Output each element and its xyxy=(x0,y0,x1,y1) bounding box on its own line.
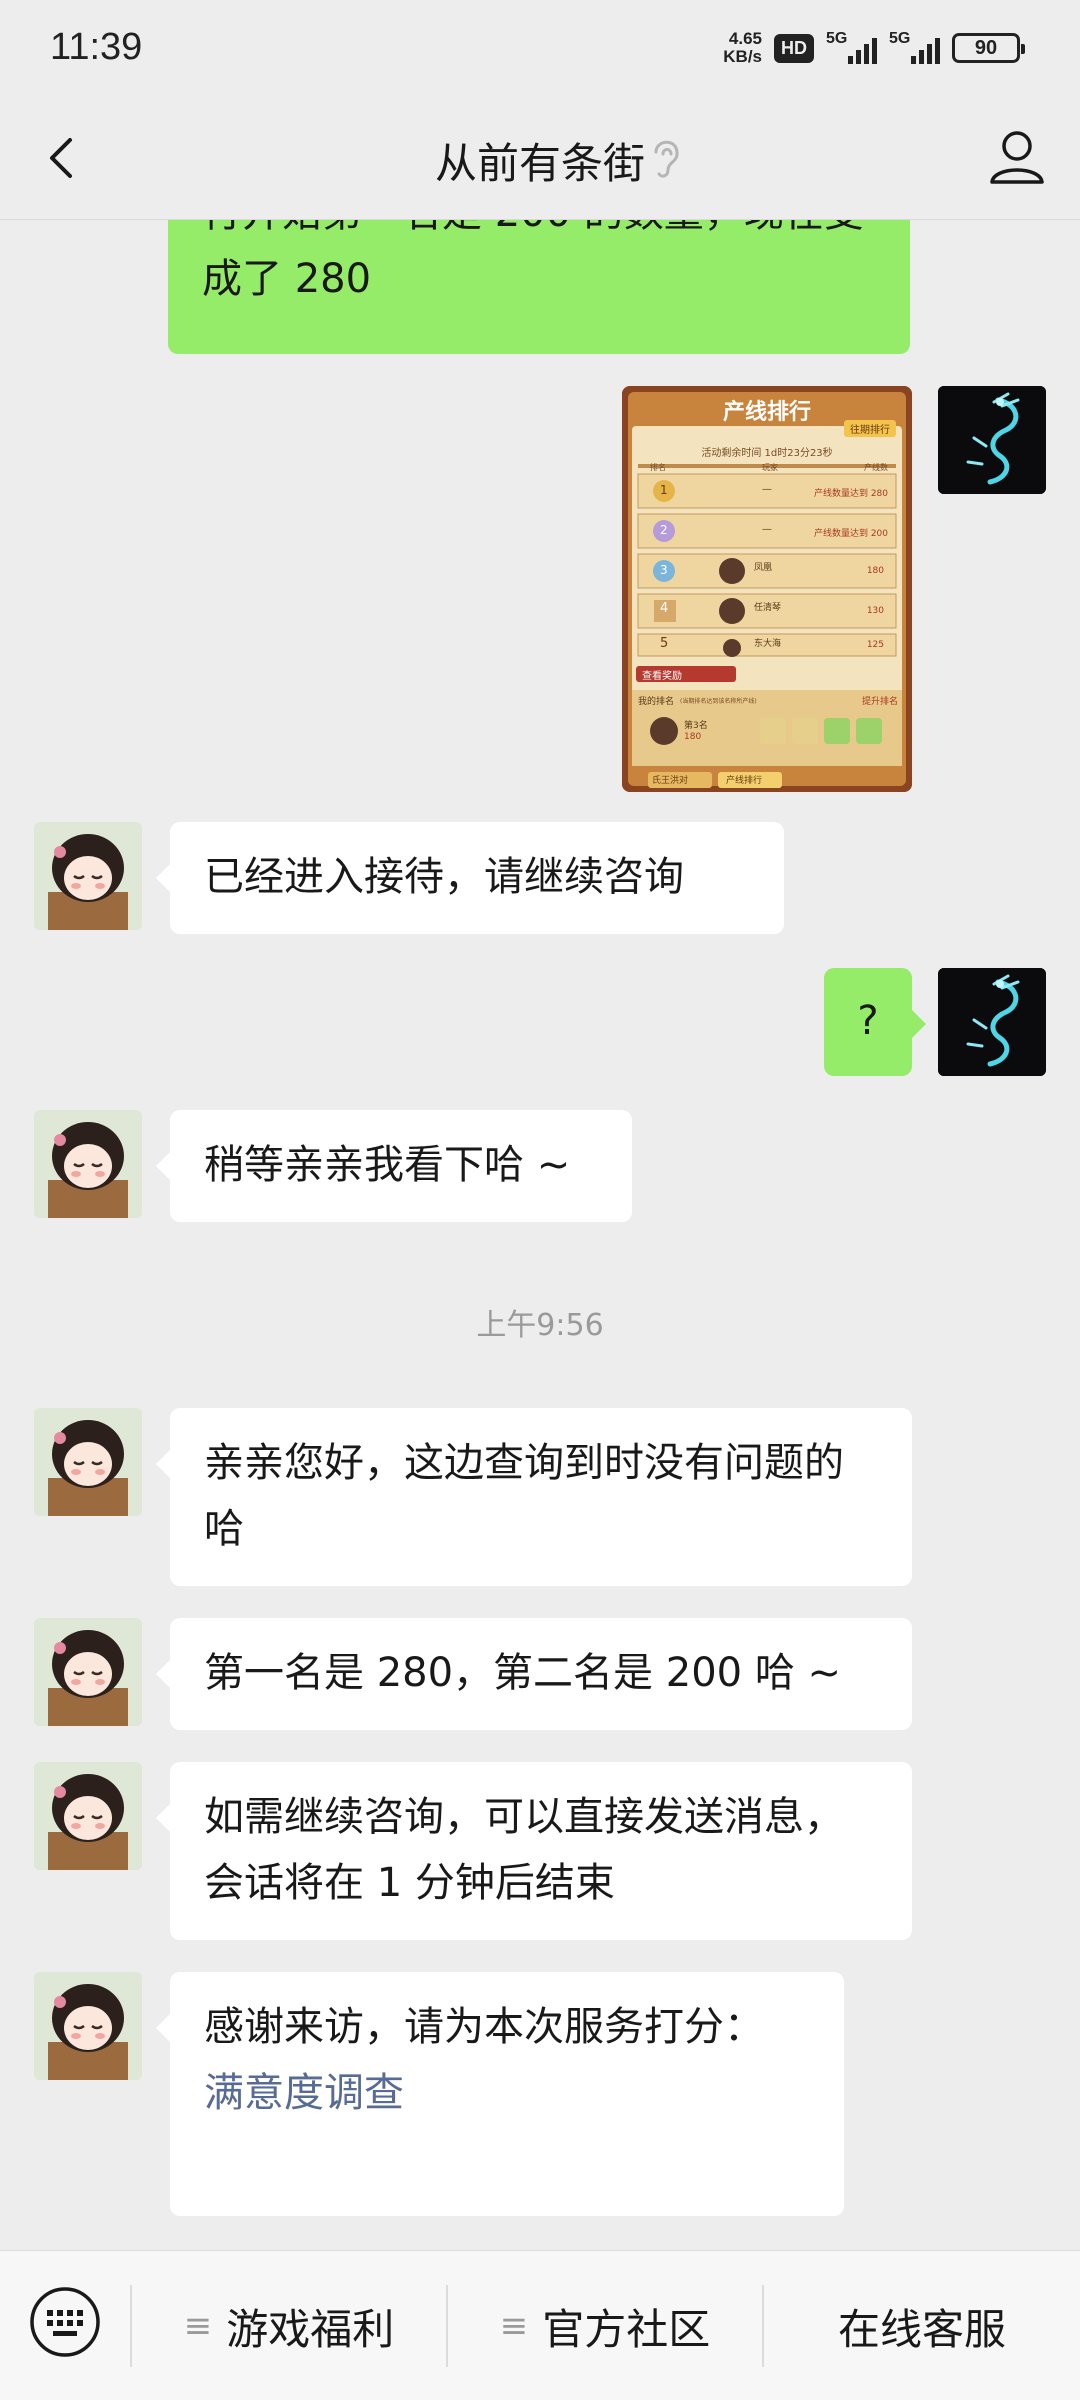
shot-row1-note: 产线数量达到 280 xyxy=(813,489,888,499)
shot-my-rank-hint: (当期排名达到该名称所产线) xyxy=(680,698,757,705)
menu-item-online-support[interactable]: 在线客服 xyxy=(764,2251,1080,2400)
battery-icon: 90 xyxy=(952,33,1025,63)
message-bubble-incoming[interactable]: 感谢来访，请为本次服务打分： 满意度调查 xyxy=(156,1972,844,2216)
message-timestamp: 上午9:56 xyxy=(476,1308,604,1343)
message-text: 已经进入接待，请继续咨询 xyxy=(204,854,684,900)
message-bubble-incoming[interactable]: 第一名是 280，第二名是 200 哈 ~ xyxy=(156,1618,912,1730)
message-bubble-incoming[interactable]: 稍等亲亲我看下哈 ~ xyxy=(156,1110,632,1222)
shot-row2-name: — xyxy=(762,524,772,535)
status-time: 11:39 xyxy=(50,26,143,68)
keyboard-icon[interactable] xyxy=(28,2285,102,2359)
survey-link[interactable]: 满意度调查 xyxy=(204,2060,810,2126)
menu-item-game-benefits[interactable]: ≡ 游戏福利 xyxy=(132,2251,446,2400)
user-avatar[interactable] xyxy=(938,968,1046,1076)
agent-avatar[interactable] xyxy=(34,822,142,930)
message-bubble-incoming[interactable]: 如需继续咨询，可以直接发送消息，会话将在 1 分钟后结束 xyxy=(156,1762,912,1940)
agent-avatar[interactable] xyxy=(34,1762,142,1870)
shot-row2-rank: 2 xyxy=(660,523,668,537)
shot-row1-rank: 1 xyxy=(660,483,668,497)
agent-avatar[interactable] xyxy=(34,1972,142,2080)
menu-item-label: 在线客服 xyxy=(837,2304,1006,2354)
shot-col-rank: 排名 xyxy=(650,463,666,472)
menu-lines-icon: ≡ xyxy=(183,2306,213,2346)
shot-tab2: 产线排行 xyxy=(726,776,763,786)
shot-row4-value: 130 xyxy=(866,606,884,616)
hd-badge: HD xyxy=(774,33,814,63)
anime-girl-avatar xyxy=(34,1972,142,2080)
person-icon[interactable] xyxy=(984,124,1050,190)
shot-upgrade: 提升排名 xyxy=(861,697,898,707)
agent-avatar[interactable] xyxy=(34,1618,142,1726)
status-icons: 4.65 KB/s HD 5G 5G 90 xyxy=(723,30,1025,66)
dragon-icon xyxy=(938,968,1046,1076)
chat-header: 从前有条街 xyxy=(0,100,1080,220)
user-avatar[interactable] xyxy=(938,386,1046,494)
shot-row3-rank: 3 xyxy=(660,563,668,577)
shot-top-button: 往期排行 xyxy=(844,420,896,437)
net-label-2: 5G xyxy=(889,30,911,47)
message-bubble-outgoing[interactable]: ? xyxy=(824,968,926,1076)
anime-girl-avatar xyxy=(34,1408,142,1516)
shot-my-pos: 第3名 xyxy=(684,721,708,731)
signal-5g-secondary-icon: 5G xyxy=(889,30,940,64)
network-speed: 4.65 KB/s xyxy=(723,30,762,66)
menu-item-official-community[interactable]: ≡ 官方社区 xyxy=(448,2251,762,2400)
shot-row4-name: 任清琴 xyxy=(754,603,782,613)
shot-row5-rank: 5 xyxy=(660,636,669,651)
status-bar: 11:39 4.65 KB/s HD 5G 5G 90 xyxy=(0,0,1080,100)
message-text: ? xyxy=(857,998,879,1044)
message-text: 亲亲您好，这边查询到时没有问题的哈 xyxy=(204,1440,844,1552)
shot-tab1: 氏王洪对 xyxy=(652,776,689,786)
dragon-icon xyxy=(938,386,1046,494)
shot-my-value: 180 xyxy=(684,732,702,742)
message-text: 感谢来访，请为本次服务打分： xyxy=(204,2004,764,2050)
shot-col-sect: 玩家 xyxy=(762,463,778,472)
shot-row1-name: — xyxy=(762,484,772,495)
anime-girl-avatar xyxy=(34,1618,142,1726)
shot-col-score: 产线数 xyxy=(864,463,888,472)
anime-girl-avatar xyxy=(34,822,142,930)
ear-icon xyxy=(654,140,679,178)
signal-5g-icon: 5G xyxy=(826,30,877,64)
message-bubble-incoming[interactable]: 已经进入接待，请继续咨询 xyxy=(156,822,784,934)
menu-item-label: 官方社区 xyxy=(542,2304,711,2354)
shot-row5-name: 东大海 xyxy=(754,639,782,649)
agent-avatar[interactable] xyxy=(34,1408,142,1516)
menu-lines-icon: ≡ xyxy=(499,2306,529,2346)
message-text: 稍等亲亲我看下哈 ~ xyxy=(204,1142,571,1188)
shot-row3-name: 凤凰 xyxy=(754,563,773,573)
shot-row2-note: 产线数量达到 200 xyxy=(813,529,888,539)
shot-row5-value: 125 xyxy=(866,640,884,650)
shot-view-reward: 查看奖励 xyxy=(642,671,682,682)
net-label-1: 5G xyxy=(826,30,848,47)
shot-row3-value: 180 xyxy=(866,566,884,576)
message-bubble-incoming[interactable]: 亲亲您好，这边查询到时没有问题的哈 xyxy=(156,1408,912,1586)
message-text: 如需继续咨询，可以直接发送消息，会话将在 1 分钟后结束 xyxy=(204,1794,844,1906)
anime-girl-avatar xyxy=(34,1110,142,1218)
bottom-menu-bar: ≡ 游戏福利 ≡ 官方社区 在线客服 xyxy=(0,2250,1080,2400)
speed-value: 4.65 xyxy=(728,29,762,48)
speed-unit: KB/s xyxy=(723,47,762,66)
game-screenshot-image[interactable]: 产线排行 往期排行 活动剩余时间 1d时23分23秒 产线数量达到 280 — … xyxy=(622,386,912,792)
menu-item-label: 游戏福利 xyxy=(226,2304,395,2354)
agent-avatar[interactable] xyxy=(34,1110,142,1218)
shot-row4-rank: 4 xyxy=(660,601,669,616)
shot-subtitle: 活动剩余时间 1d时23分23秒 xyxy=(701,448,833,459)
shot-my-rank-label: 我的排名 xyxy=(638,697,675,707)
anime-girl-avatar xyxy=(34,1762,142,1870)
message-text: 第一名是 280，第二名是 200 哈 ~ xyxy=(204,1650,842,1696)
chat-title: 从前有条街 xyxy=(434,139,645,188)
